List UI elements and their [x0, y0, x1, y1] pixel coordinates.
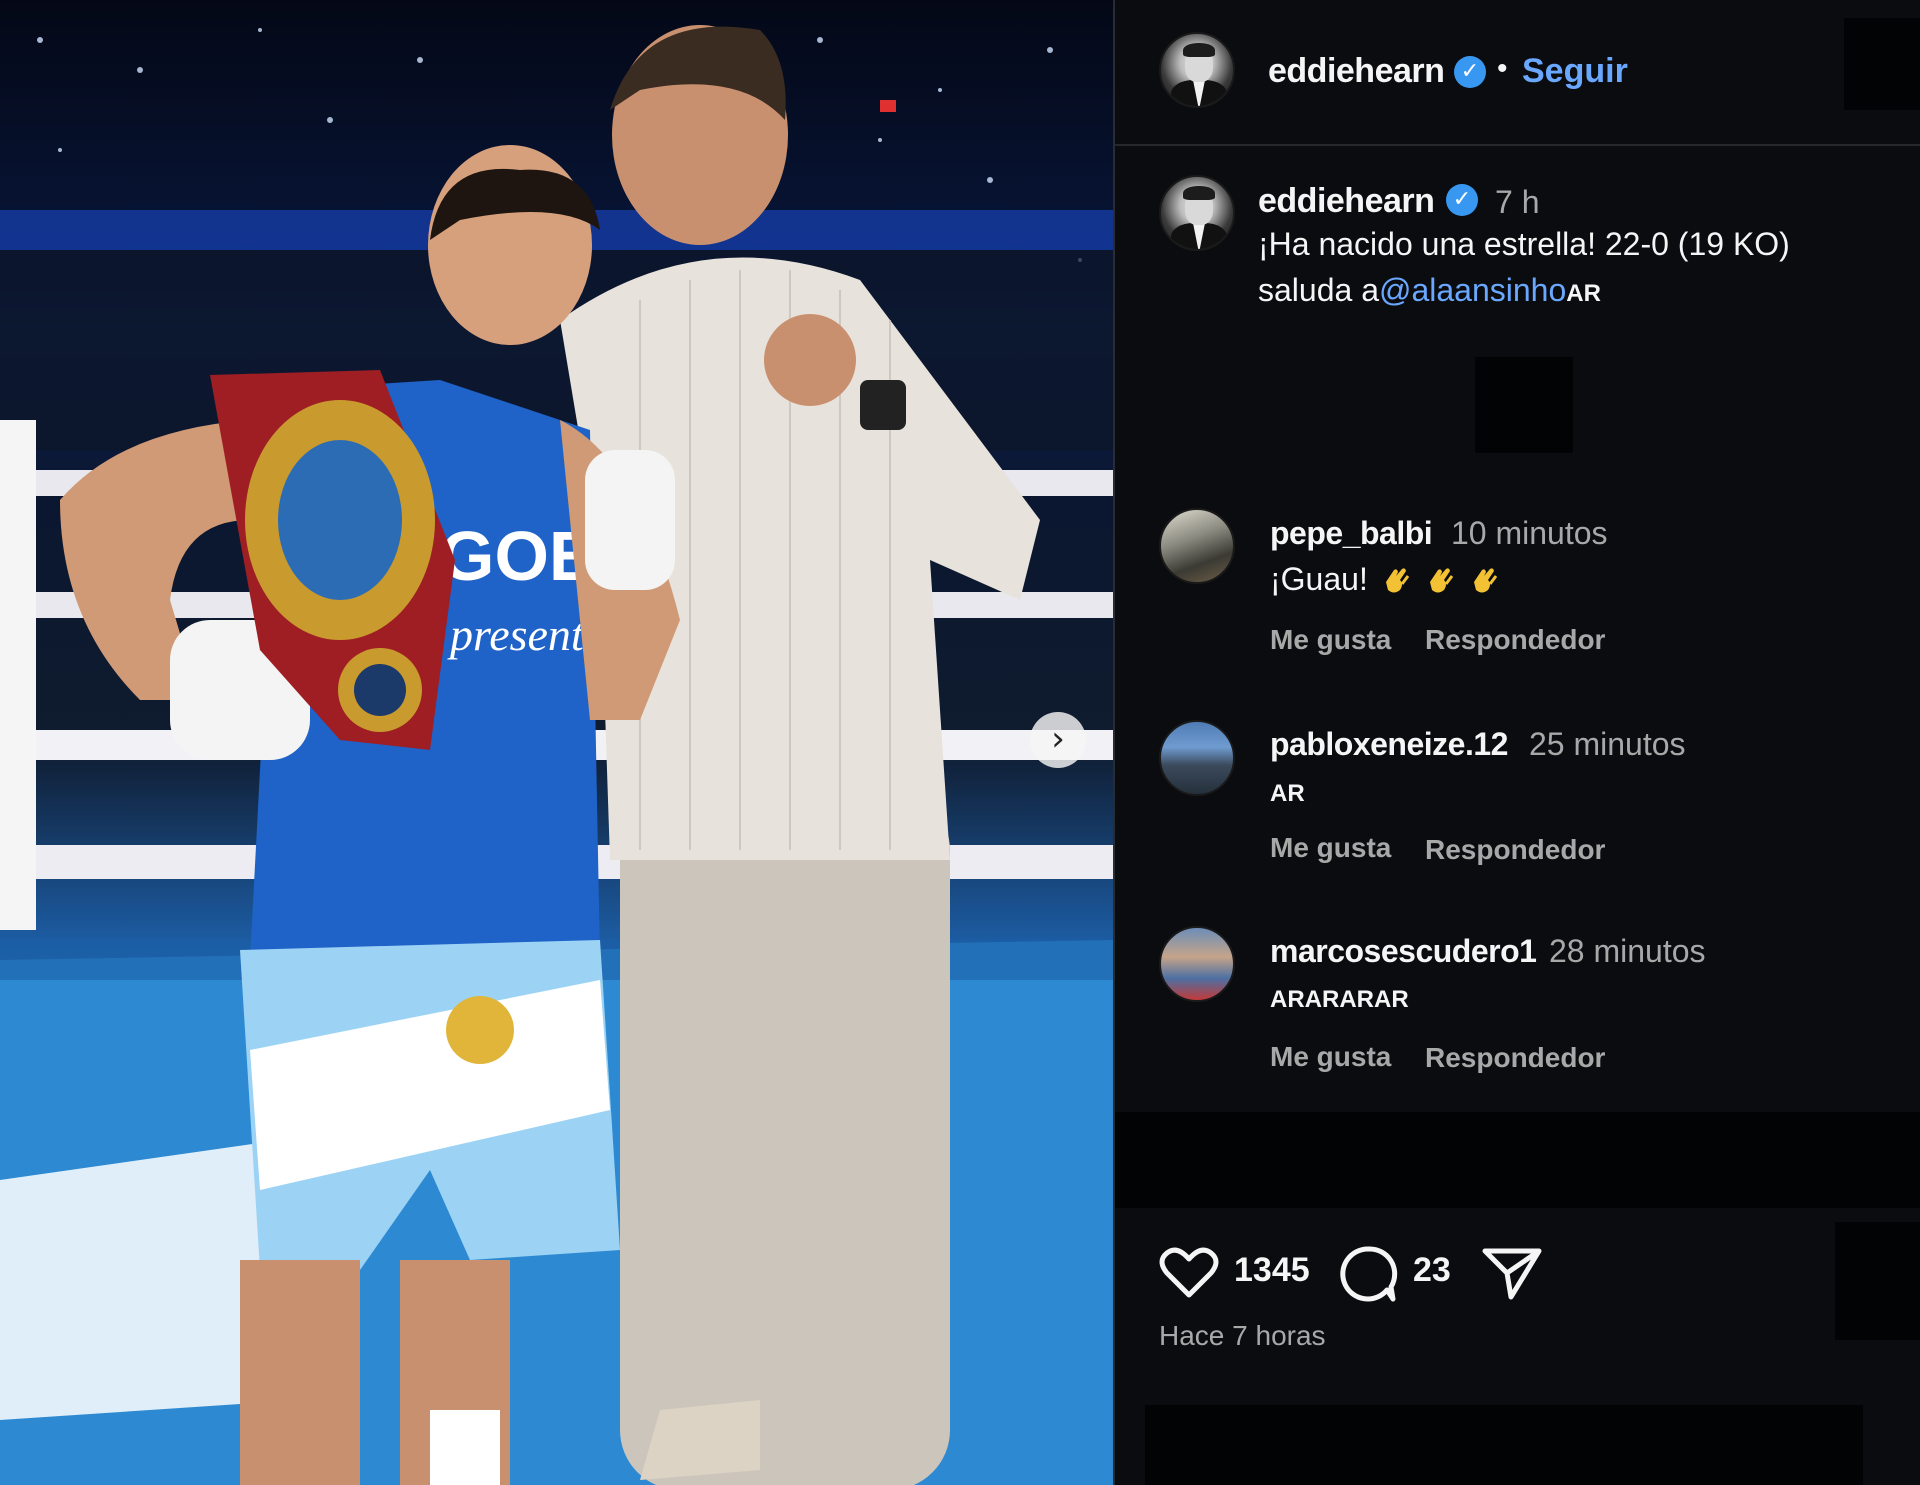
comment-reply-button[interactable]: Respondedor [1425, 624, 1605, 656]
redaction-band [1115, 1112, 1920, 1208]
caption-time[interactable]: 7 h [1495, 184, 1539, 221]
header-username[interactable]: eddiehearn [1268, 52, 1445, 91]
header-separator: • [1497, 52, 1508, 85]
boxing-ring-photo: GOEC presente [0, 25, 1113, 1485]
redaction-block [1145, 1405, 1863, 1485]
caption-mention-link[interactable]: @alaansinho [1379, 272, 1566, 308]
comment-avatar[interactable] [1159, 720, 1235, 796]
caption-username[interactable]: eddiehearn [1258, 182, 1435, 221]
share-icon[interactable] [1481, 1245, 1543, 1301]
comment-text-body: ¡Guau! [1270, 561, 1368, 597]
comment-text: ARARARAR [1270, 986, 1409, 1013]
comment-like-button[interactable]: Me gusta [1270, 624, 1391, 656]
caption-author-avatar[interactable] [1159, 175, 1235, 251]
redaction-block [1475, 357, 1573, 453]
comment-count[interactable]: 23 [1413, 1251, 1451, 1290]
comment-like-button[interactable]: Me gusta [1270, 1041, 1391, 1073]
author-avatar[interactable] [1159, 32, 1235, 108]
caption-line-2: saluda a@alaansinhoAR [1258, 268, 1601, 316]
comment-reply-button[interactable]: Respondedor [1425, 1042, 1605, 1074]
clapping-hands-icon [1385, 568, 1410, 593]
comment-username[interactable]: pabloxeneize.12 [1270, 726, 1508, 763]
verified-badge-icon: ✓ [1454, 56, 1486, 88]
follow-button[interactable]: Seguir [1522, 52, 1628, 91]
clapping-hands-icon [1473, 568, 1498, 593]
comment-avatar[interactable] [1159, 926, 1235, 1002]
carousel-next-button[interactable]: › [1030, 712, 1086, 768]
posted-time-ago[interactable]: Hace 7 horas [1159, 1320, 1326, 1352]
header-divider [1115, 144, 1920, 146]
caption-prefix: saluda a [1258, 272, 1379, 308]
redaction-block [1844, 18, 1920, 110]
clapping-hands-icon [1429, 568, 1454, 593]
comment-time: 25 minutos [1529, 726, 1686, 762]
comment-username[interactable]: pepe_balbi [1270, 515, 1433, 552]
comment-text: AR [1270, 780, 1305, 807]
comment-like-button[interactable]: Me gusta [1270, 832, 1391, 864]
heart-icon[interactable] [1159, 1245, 1219, 1301]
comment-time: 28 minutos [1549, 933, 1706, 969]
comment-username[interactable]: marcosescudero1 [1270, 933, 1537, 970]
comment-icon[interactable] [1337, 1243, 1399, 1305]
comment-text: ¡Guau! [1270, 561, 1500, 598]
comment-reply-button[interactable]: Respondedor [1425, 834, 1605, 866]
caption-verified-icon: ✓ [1446, 184, 1478, 216]
caption-line-1: ¡Ha nacido una estrella! 22-0 (19 KO) [1258, 226, 1790, 262]
comment-time: 10 minutos [1451, 515, 1608, 551]
comment-avatar[interactable] [1159, 508, 1235, 584]
caption-flag-text: AR [1566, 280, 1601, 307]
post-side-panel: eddiehearn ✓ • Seguir eddiehearn ✓ 7 h ¡… [1113, 0, 1920, 1485]
redaction-block [1835, 1222, 1920, 1340]
like-count[interactable]: 1345 [1234, 1251, 1310, 1290]
post-photo[interactable]: GOEC presente › [0, 0, 1113, 1485]
